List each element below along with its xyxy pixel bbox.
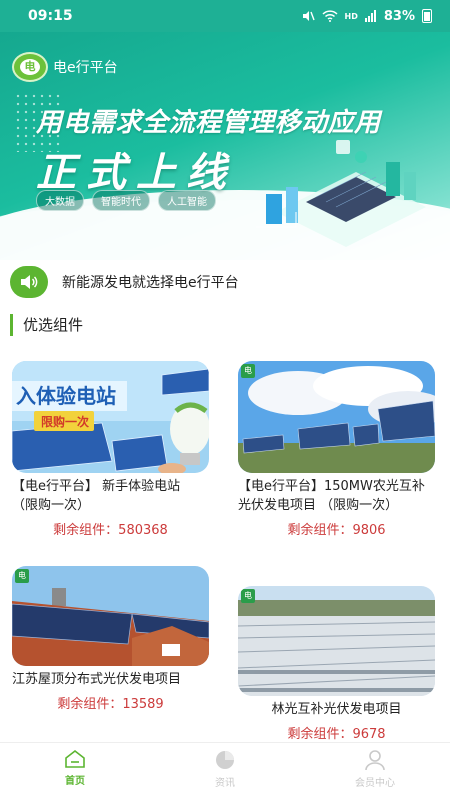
product-card[interactable]: 电 【电e行平台】150MW农光互补光伏发电项目 （限购一次） 剩余组件：980… xyxy=(238,361,435,538)
brand-logo-icon: 电 xyxy=(12,52,48,82)
user-icon xyxy=(365,750,385,771)
smart-grid-illustration xyxy=(256,140,426,247)
mute-icon xyxy=(302,11,315,21)
product-image: 电 xyxy=(12,566,209,666)
product-banner-text: 入体验电站 xyxy=(16,384,116,408)
product-badge-text: 限购一次 xyxy=(41,414,89,429)
product-card[interactable]: 电 江苏屋顶分布式光伏发电项目 剩余组件：13589 xyxy=(12,566,209,712)
tab-label: 资讯 xyxy=(215,778,235,789)
tab-label: 会员中心 xyxy=(355,778,395,789)
announcement-bar[interactable]: 新能源发电就选择电e行平台 xyxy=(10,262,440,302)
product-remaining: 剩余组件：9678 xyxy=(287,727,386,742)
status-bar: 09:15 HD 83% xyxy=(0,0,450,32)
product-card[interactable]: 电 林光互补光伏发电项目 剩余组件：9678 xyxy=(238,586,435,742)
product-name: 【电e行平台】 新手体验电站 （限购一次） xyxy=(12,479,181,513)
pie-chart-icon xyxy=(216,751,234,769)
battery-percent: 83% xyxy=(383,8,415,24)
brand-logo-icon: 电 xyxy=(241,364,255,378)
brand: 电 电e行平台 xyxy=(12,52,118,82)
product-name: 【电e行平台】150MW农光互补光伏发电项目 （限购一次） xyxy=(238,479,425,513)
banner-tag: 人工智能 xyxy=(158,190,216,211)
section-title: 优选组件 xyxy=(10,314,83,336)
home-icon xyxy=(65,749,85,768)
tab-home[interactable]: 首页 xyxy=(0,743,150,800)
tab-news[interactable]: 资讯 xyxy=(150,743,300,800)
wifi-icon xyxy=(322,10,338,22)
banner-tags: 大数据 智能时代 人工智能 xyxy=(36,190,216,211)
product-remaining: 剩余组件：13589 xyxy=(57,697,164,712)
status-icons: HD 83% xyxy=(301,9,432,24)
product-image: 电 xyxy=(238,586,435,696)
banner-tag: 大数据 xyxy=(36,190,84,211)
signal-icon xyxy=(364,10,376,22)
brand-logo-icon: 电 xyxy=(15,569,29,583)
product-image: 入体验电站 限购一次 xyxy=(12,361,209,473)
speaker-icon xyxy=(10,266,48,298)
promo-banner[interactable]: 电 电e行平台 用电需求全流程管理移动应用 正式上线 大数据 智能时代 人工智能 xyxy=(0,32,450,260)
product-image: 电 xyxy=(238,361,435,473)
brand-logo-text: 电 xyxy=(20,59,40,75)
product-name: 林光互补光伏发电项目 xyxy=(271,702,402,717)
brand-logo-icon: 电 xyxy=(241,589,255,603)
network-type-label: HD xyxy=(344,11,358,21)
product-remaining: 剩余组件：580368 xyxy=(53,523,168,538)
tab-label: 首页 xyxy=(65,776,85,787)
announcement-text: 新能源发电就选择电e行平台 xyxy=(62,275,239,291)
product-remaining: 剩余组件：9806 xyxy=(287,523,386,538)
product-card[interactable]: 入体验电站 限购一次 【电e行平台】 新手体验电站 （限购一次） 剩余组件：58… xyxy=(12,361,209,538)
brand-name: 电e行平台 xyxy=(53,60,118,76)
status-time: 09:15 xyxy=(28,8,73,24)
bottom-tab-bar: 首页 资讯 会员中心 xyxy=(0,742,450,800)
product-name: 江苏屋顶分布式光伏发电项目 xyxy=(12,672,182,687)
banner-tag: 智能时代 xyxy=(92,190,150,211)
tab-member[interactable]: 会员中心 xyxy=(300,743,450,800)
battery-icon xyxy=(422,9,432,23)
